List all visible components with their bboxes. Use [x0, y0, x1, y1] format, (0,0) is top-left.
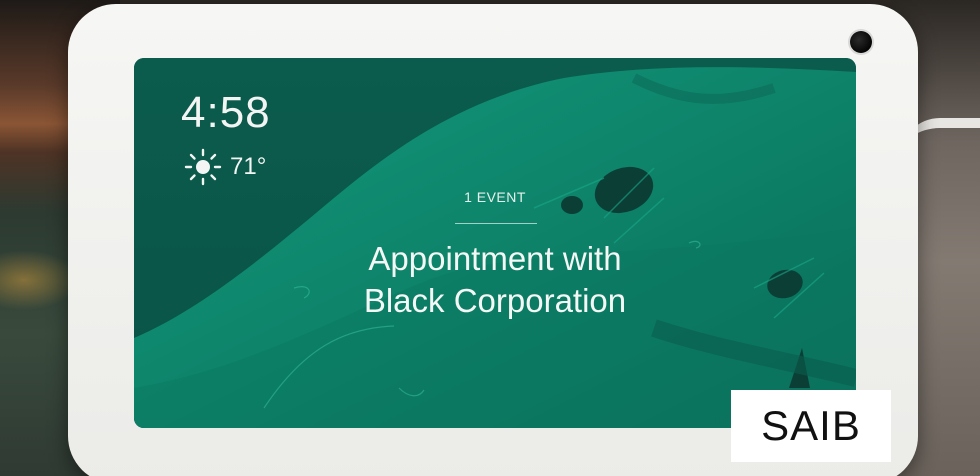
watermark-label: SAIB [731, 390, 891, 462]
clock-time: 4:58 [181, 88, 271, 137]
temperature-label: 71° [230, 153, 267, 180]
sun-icon [184, 148, 222, 186]
event-title[interactable]: Appointment with Black Corporation [134, 238, 856, 322]
display-screen[interactable]: 4:58 71° 1 EVENT Appointment with Black … [134, 58, 856, 428]
event-divider [455, 223, 537, 224]
camera-lens [850, 31, 872, 53]
event-title-line-2: Black Corporation [363, 282, 627, 319]
photo-scene: 4:58 71° 1 EVENT Appointment with Black … [0, 0, 980, 476]
event-count-label: 1 EVENT [464, 189, 526, 205]
weather-widget: 71° [184, 148, 266, 186]
event-title-line-1: Appointment with [368, 240, 622, 277]
